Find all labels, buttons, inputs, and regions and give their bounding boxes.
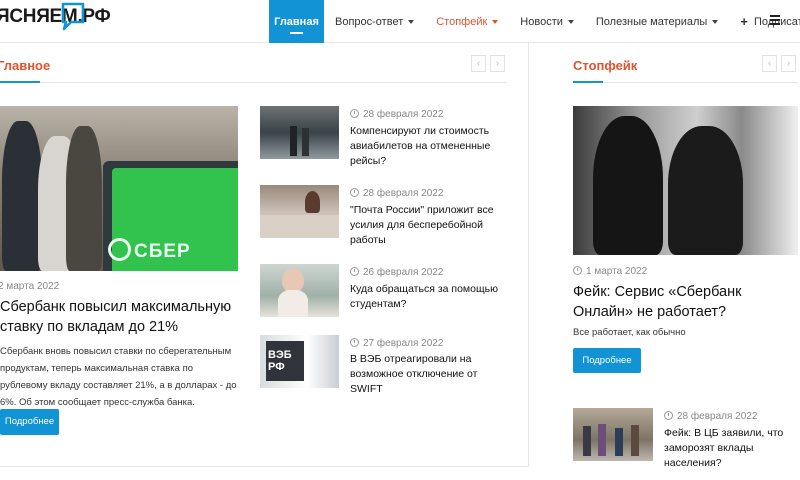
section-underline <box>0 81 40 83</box>
main-nav: Главная Вопрос-ответ Стопфейк Новости По… <box>269 0 800 43</box>
sber-logo: СБЕР <box>134 241 191 262</box>
clock-icon <box>350 188 359 197</box>
clock-icon <box>350 338 359 347</box>
section-underline <box>573 81 603 83</box>
menu-icon[interactable] <box>770 15 780 25</box>
section-divider <box>573 82 798 83</box>
stopfake-featured-title[interactable]: Фейк: Сервис «Сбербанк Онлайн» не работа… <box>573 282 793 322</box>
news-date: 28 февраля 2022 <box>350 188 443 199</box>
news-date: 27 февраля 2022 <box>350 338 443 349</box>
chevron-down-icon <box>492 19 499 24</box>
site-header: ЯСНЯЕМ.РФ Главная Вопрос-ответ Стопфейк … <box>0 0 800 43</box>
section-divider <box>0 82 507 83</box>
featured-image[interactable]: СБЕР <box>0 106 238 271</box>
next-arrow-icon[interactable]: › <box>781 55 796 72</box>
nav-subscribe[interactable]: + Подписаться <box>729 0 800 43</box>
clock-icon <box>350 267 359 276</box>
stopfake-featured-excerpt: Все работает, как обычно <box>573 327 686 338</box>
news-title[interactable]: Куда обращаться за помощью студентам? <box>350 282 510 312</box>
stopfake-more-button[interactable]: Подробнее <box>573 348 641 373</box>
nav-news[interactable]: Новости <box>509 0 585 43</box>
nav-useful[interactable]: Полезные материалы <box>585 0 729 43</box>
news-date: 26 февраля 2022 <box>350 267 443 278</box>
nav-stopfake-label: Стопфейк <box>436 15 488 28</box>
veb-logo: ВЭБ РФ <box>268 349 292 373</box>
featured-excerpt: Сбербанк вновь повысил ставки по сберега… <box>0 346 237 408</box>
chevron-down-icon <box>567 19 574 24</box>
stopfake-featured-image[interactable] <box>573 106 798 255</box>
news-date: 28 февраля 2022 <box>664 411 757 422</box>
logo-bubble-icon <box>61 2 85 31</box>
news-thumb-veb[interactable]: ВЭБ РФ <box>260 335 339 388</box>
news-title[interactable]: Фейк: В ЦБ заявили, что заморозят вклады… <box>664 426 798 471</box>
chevron-down-icon <box>408 19 415 24</box>
stopfake-featured-date: 1 марта 2022 <box>573 266 647 277</box>
site-logo[interactable]: ЯСНЯЕМ.РФ <box>0 6 111 28</box>
news-title[interactable]: В ВЭБ отреагировали на возможное отключе… <box>350 352 510 397</box>
section-title-stopfake: Стопфейк <box>573 58 638 73</box>
news-thumb-post[interactable] <box>260 185 339 238</box>
news-thumb-students[interactable] <box>260 264 339 317</box>
featured-title[interactable]: Сбербанк повысил максимальную ставку по … <box>0 297 238 337</box>
prev-arrow-icon[interactable]: ‹ <box>471 55 486 72</box>
plus-icon: + <box>740 14 748 29</box>
chevron-down-icon <box>712 19 719 24</box>
featured-date: 2 марта 2022 <box>0 281 60 292</box>
stopfake-news-thumb[interactable] <box>573 408 653 461</box>
news-title[interactable]: "Почта России" приложит все усилия для б… <box>350 203 510 248</box>
clock-icon <box>350 109 359 118</box>
featured-more-button[interactable]: Подробнее <box>0 409 59 435</box>
clock-icon <box>573 266 582 275</box>
news-title[interactable]: Компенсируют ли стоимость авиабилетов на… <box>350 124 510 169</box>
news-date: 28 февраля 2022 <box>350 109 443 120</box>
nav-stopfake[interactable]: Стопфейк <box>425 0 509 43</box>
prev-arrow-icon[interactable]: ‹ <box>762 55 777 72</box>
nav-news-label: Новости <box>520 15 563 28</box>
next-arrow-icon[interactable]: › <box>490 55 505 72</box>
nav-qa[interactable]: Вопрос-ответ <box>324 0 425 43</box>
section-title-main: Главное <box>0 58 51 73</box>
nav-qa-label: Вопрос-ответ <box>335 15 404 28</box>
nav-useful-label: Полезные материалы <box>595 15 708 28</box>
nav-home[interactable]: Главная <box>269 0 324 43</box>
news-thumb-airport[interactable] <box>260 106 339 159</box>
clock-icon <box>664 411 673 420</box>
